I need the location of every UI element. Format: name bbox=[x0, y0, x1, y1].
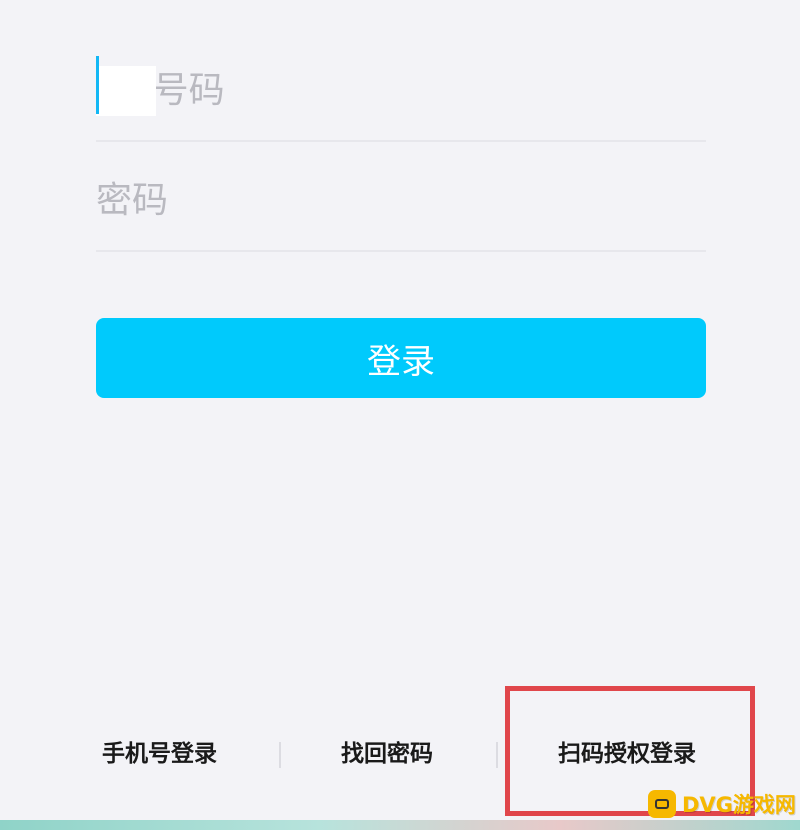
account-field[interactable] bbox=[96, 40, 706, 142]
scan-login-link[interactable]: 扫码授权登录 bbox=[558, 734, 696, 768]
bottom-links-bar: 手机号登录 找回密码 扫码授权登录 bbox=[0, 720, 800, 792]
text-cursor bbox=[96, 56, 99, 114]
redaction-mark bbox=[96, 66, 156, 116]
account-input[interactable] bbox=[96, 66, 696, 114]
forgot-password-link[interactable]: 找回密码 bbox=[341, 734, 433, 768]
gamepad-icon bbox=[648, 790, 676, 818]
link-divider bbox=[496, 742, 498, 768]
watermark-text: DVG游戏网 bbox=[682, 793, 796, 817]
phone-login-link[interactable]: 手机号登录 bbox=[102, 734, 217, 768]
login-button[interactable]: 登录 bbox=[96, 318, 706, 398]
watermark: DVG游戏网 bbox=[648, 786, 796, 822]
link-divider bbox=[279, 742, 281, 768]
password-input[interactable] bbox=[96, 176, 696, 224]
password-field[interactable] bbox=[96, 150, 706, 252]
